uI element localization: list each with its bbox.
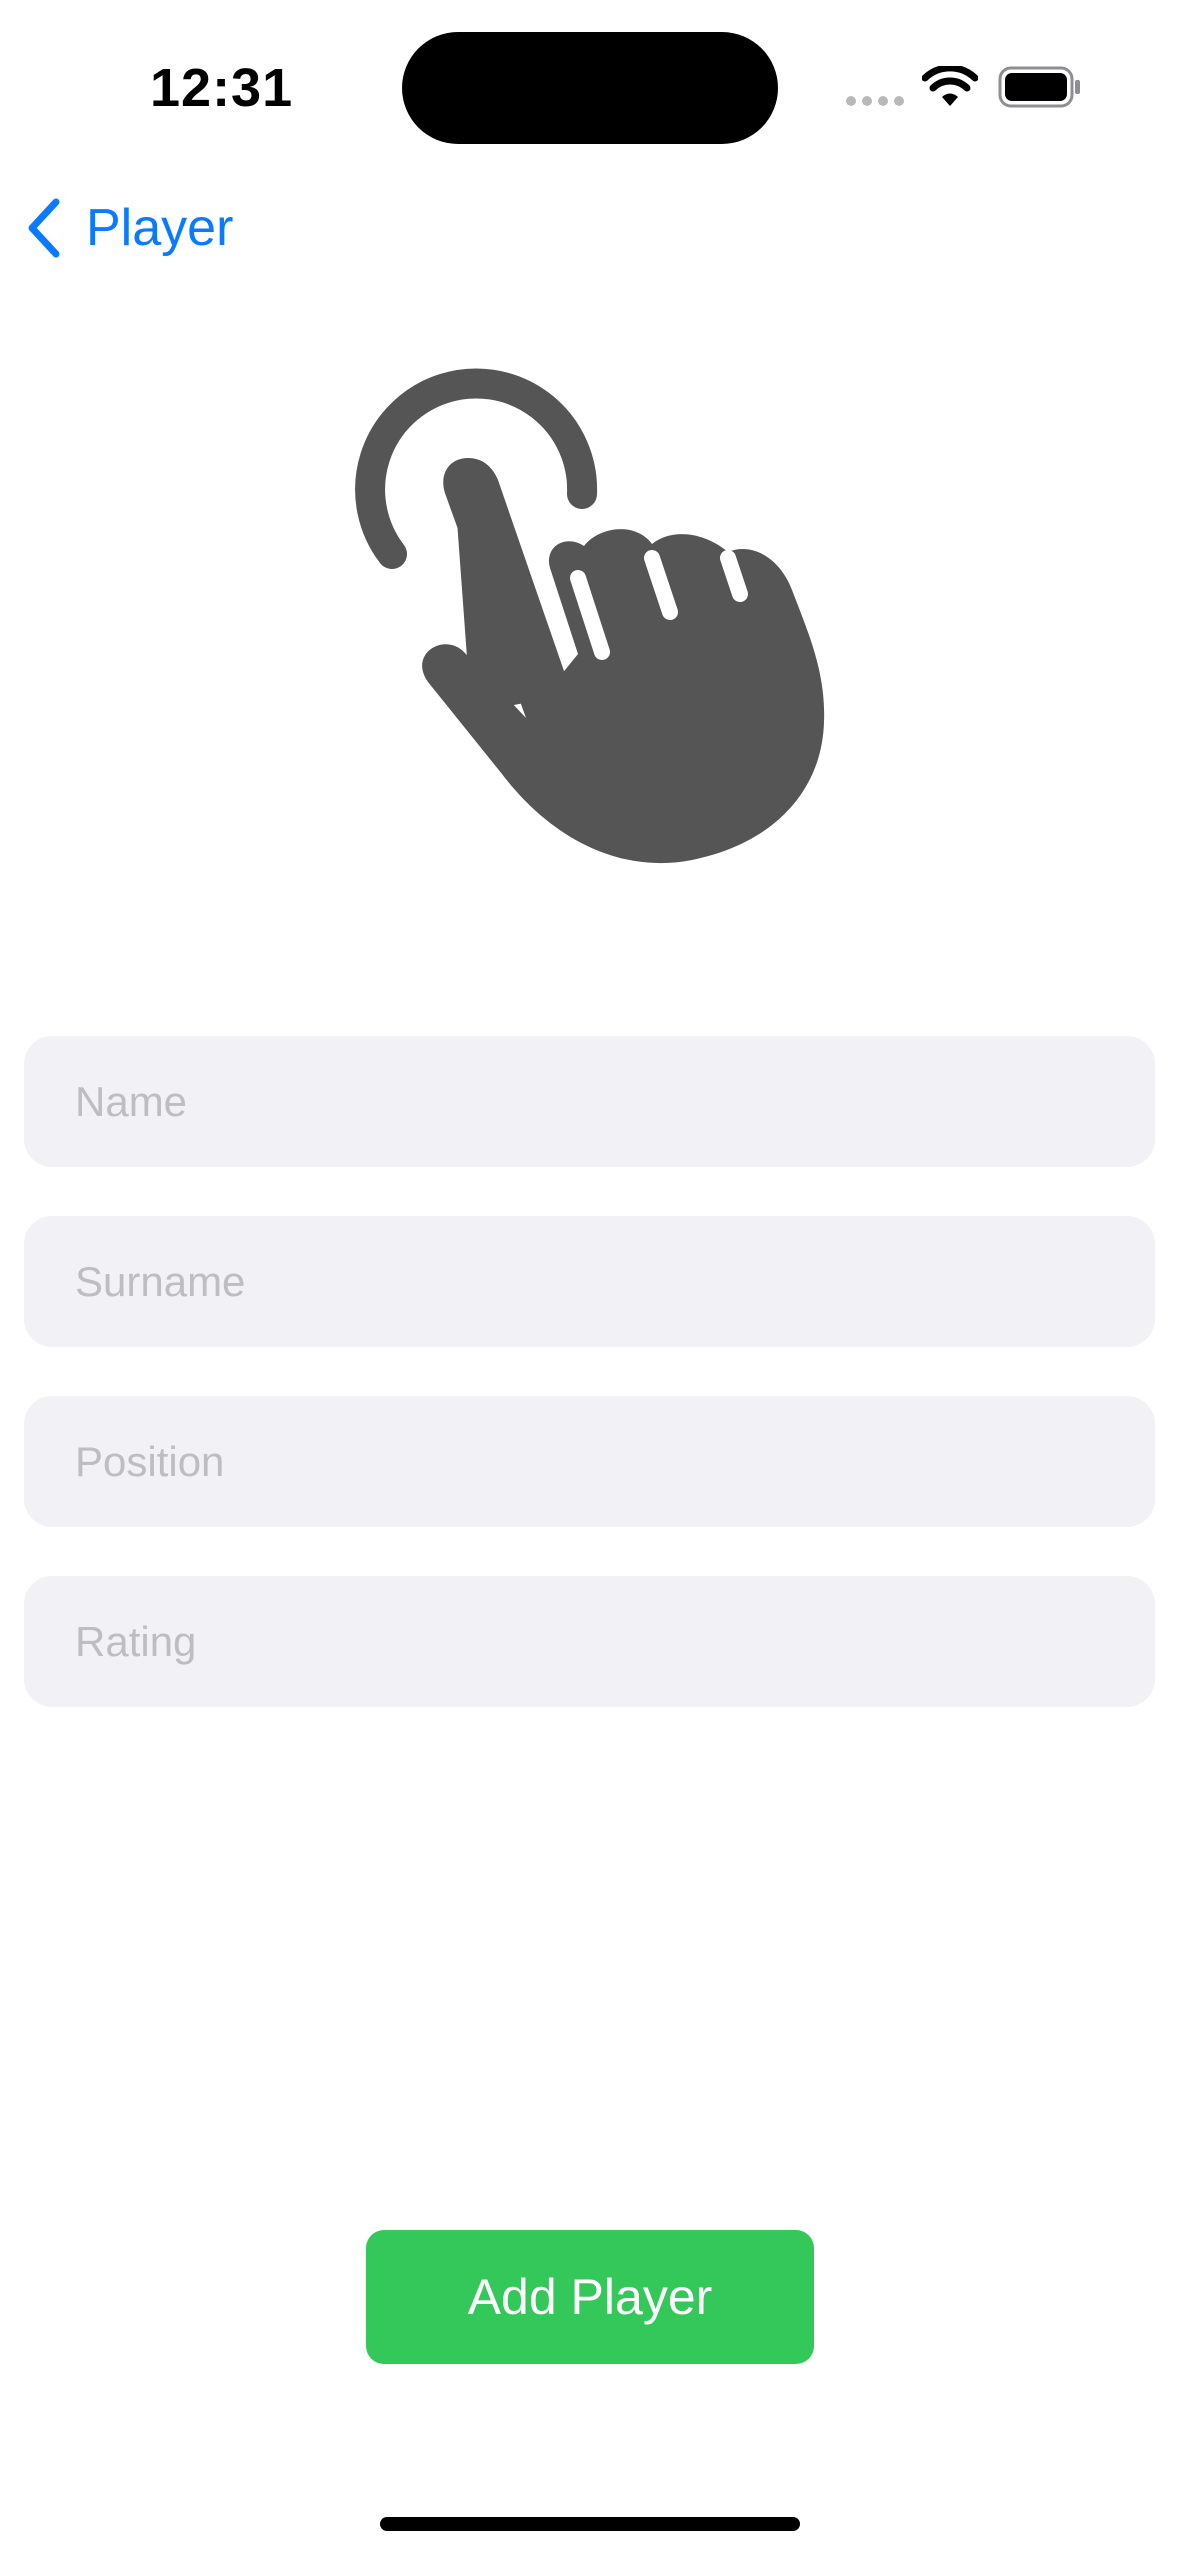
signal-icon <box>846 96 906 106</box>
wifi-icon <box>922 66 978 106</box>
back-label: Player <box>86 199 234 257</box>
status-time: 12:31 <box>150 58 294 118</box>
rating-input[interactable] <box>73 1616 1106 1667</box>
rating-field[interactable] <box>24 1576 1155 1707</box>
surname-field[interactable] <box>24 1216 1155 1347</box>
battery-icon <box>998 66 1080 108</box>
back-button[interactable]: Player <box>24 192 233 264</box>
add-player-button[interactable]: Add Player <box>366 2230 814 2364</box>
dynamic-island <box>402 32 778 144</box>
home-indicator[interactable] <box>380 2517 800 2531</box>
chevron-left-icon <box>28 198 60 258</box>
name-input[interactable] <box>73 1076 1106 1127</box>
position-field[interactable] <box>24 1396 1155 1527</box>
surname-input[interactable] <box>73 1256 1106 1307</box>
hand-tap-icon <box>355 368 825 864</box>
add-player-label: Add Player <box>467 2269 713 2325</box>
name-field[interactable] <box>24 1036 1155 1167</box>
position-input[interactable] <box>73 1436 1106 1487</box>
